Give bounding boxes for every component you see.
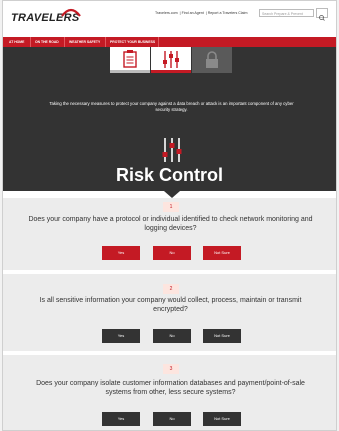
link-report-claim[interactable]: Report a Travelers Claim bbox=[208, 11, 248, 15]
answer-not-sure-button[interactable]: Not Sure bbox=[203, 329, 241, 343]
question-number: 2 bbox=[163, 284, 179, 294]
question-text: Does your company isolate customer infor… bbox=[36, 380, 305, 396]
utility-links: Travelers.com | Find an Agent | Report a T… bbox=[155, 11, 248, 15]
answer-not-sure-button[interactable]: Not Sure bbox=[203, 246, 241, 260]
answer-yes-button[interactable]: Yes bbox=[102, 329, 140, 343]
answer-no-button[interactable]: No bbox=[153, 246, 191, 260]
nav-item-weather-safety[interactable]: WEATHER SAFETY bbox=[69, 40, 100, 44]
search-input[interactable]: Search Prepare & Prevent bbox=[259, 9, 314, 17]
question-text: Is all sensitive information your compan… bbox=[39, 297, 302, 313]
question-card-1: 1 Does your company have a protocol or i… bbox=[3, 198, 336, 270]
tab-lock[interactable] bbox=[192, 47, 232, 73]
hero-pointer bbox=[164, 191, 180, 198]
nav-item-on-the-road[interactable]: ON THE ROAD bbox=[35, 40, 59, 44]
site-header: TRAVELERS Travelers.com | Find an Agent | … bbox=[3, 1, 336, 33]
answer-yes-button[interactable]: Yes bbox=[102, 246, 140, 260]
nav-divider bbox=[105, 37, 106, 47]
main-nav: AT HOME ON THE ROAD WEATHER SAFETY PROTE… bbox=[3, 37, 336, 47]
lock-icon bbox=[206, 51, 218, 68]
search-button[interactable] bbox=[316, 8, 328, 21]
page: TRAVELERS Travelers.com | Find an Agent | … bbox=[2, 0, 337, 431]
question-text: Does your company have a protocol or ind… bbox=[28, 216, 313, 232]
hero-section: Taking the necessary measures to protect… bbox=[3, 47, 336, 191]
link-find-agent[interactable]: Find an Agent bbox=[182, 11, 204, 15]
link-travelers-com[interactable]: Travelers.com bbox=[155, 11, 178, 15]
question-card-3: 3 Does your company isolate customer inf… bbox=[3, 355, 336, 430]
answer-yes-button[interactable]: Yes bbox=[102, 412, 140, 426]
nav-item-at-home[interactable]: AT HOME bbox=[9, 40, 24, 44]
tab-clipboard[interactable] bbox=[110, 47, 150, 73]
nav-divider bbox=[30, 37, 31, 47]
tab-indicator-active bbox=[151, 70, 191, 73]
nav-item-protect-business[interactable]: PROTECT YOUR BUSINESS bbox=[110, 40, 155, 44]
search-icon bbox=[319, 15, 325, 21]
question-card-2: 2 Is all sensitive information your comp… bbox=[3, 274, 336, 351]
sliders-icon bbox=[162, 138, 182, 162]
question-number: 1 bbox=[163, 202, 179, 212]
page-title: Risk Control bbox=[115, 165, 223, 185]
nav-divider bbox=[64, 37, 65, 47]
umbrella-icon bbox=[61, 8, 81, 17]
nav-divider bbox=[158, 37, 159, 47]
category-tabs bbox=[110, 47, 232, 73]
hero-description: Taking the necessary measures to protect… bbox=[49, 101, 294, 112]
tab-sliders[interactable] bbox=[151, 47, 191, 73]
tab-indicator bbox=[110, 70, 150, 73]
question-number: 3 bbox=[163, 364, 179, 374]
answer-not-sure-button[interactable]: Not Sure bbox=[203, 412, 241, 426]
answer-no-button[interactable]: No bbox=[153, 412, 191, 426]
answer-no-button[interactable]: No bbox=[153, 329, 191, 343]
